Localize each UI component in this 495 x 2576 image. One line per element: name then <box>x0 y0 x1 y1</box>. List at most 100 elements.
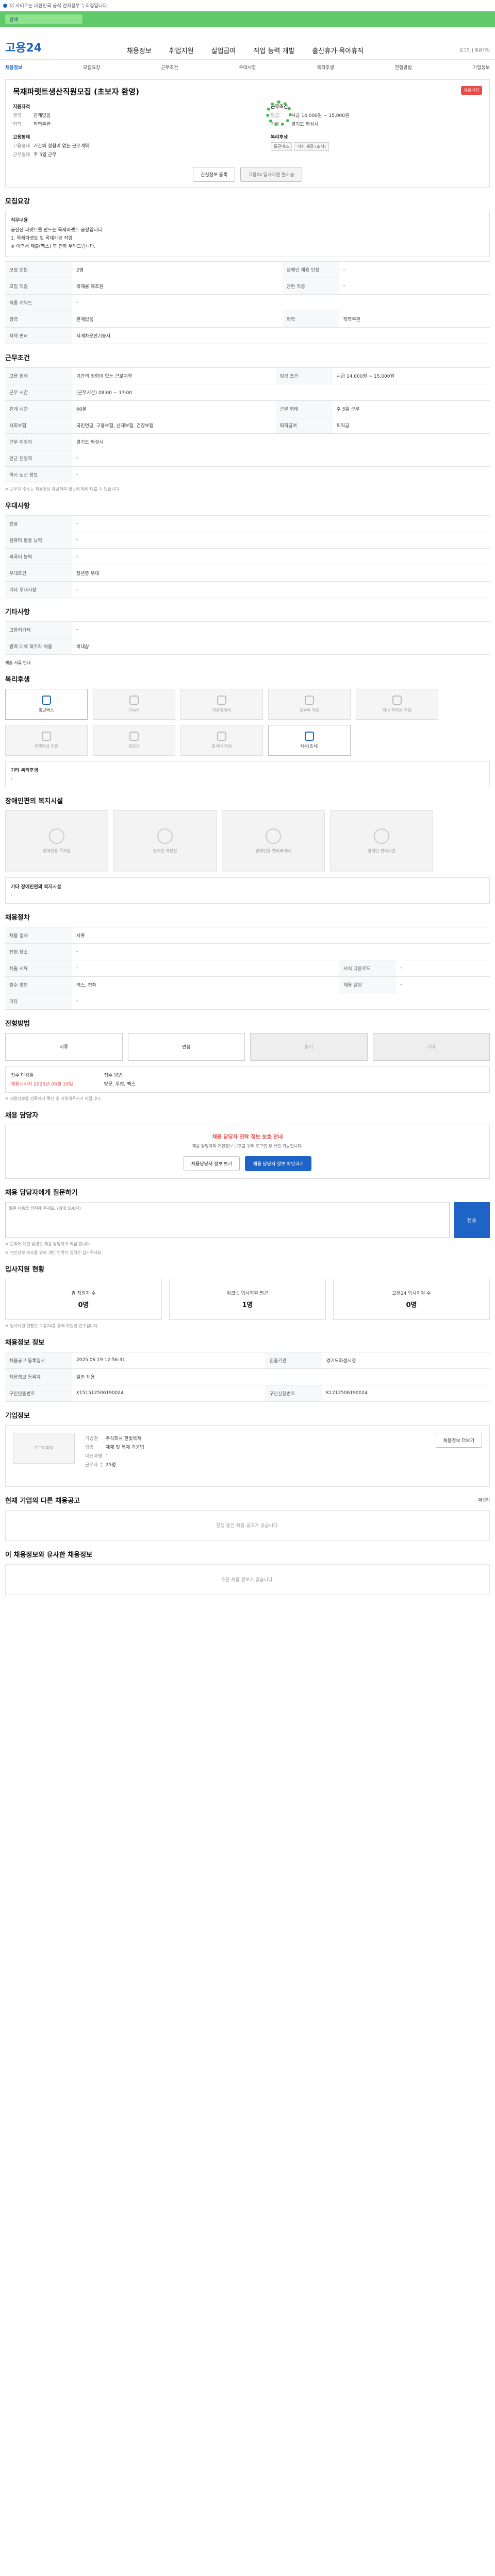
row-key: 전형 장소 <box>5 943 72 960</box>
summary-row: 학력 학력무관 <box>13 121 168 127</box>
gnb-item[interactable]: 취업지원 <box>169 45 194 55</box>
row-key: 고용허가제 <box>5 621 72 638</box>
gnb-item[interactable]: 실업급여 <box>211 45 236 55</box>
welfare-icon <box>217 695 226 705</box>
disability-label: 장애인 편의시설 <box>367 849 396 854</box>
site-logo[interactable]: 고용24 <box>5 39 42 55</box>
stat-label: 워크넷 입사지원 평균 <box>226 1291 269 1296</box>
table-row: 기타 - <box>5 992 490 1010</box>
welfare-icon <box>305 731 314 741</box>
stat-card: 총 지원자 수 0명 <box>5 1278 162 1320</box>
job-line: ※ 이력서 제출(팩스) 후 전화 부탁드립니다. <box>11 244 96 250</box>
company-row: 업종 제재 및 목재 가공업 <box>85 1444 425 1450</box>
tab-item[interactable]: 우대사항 <box>239 64 256 71</box>
tab-item[interactable]: 채용정보 <box>5 64 22 71</box>
row-key: 자격 면허 <box>5 327 72 344</box>
table-row: 고용 형태 기간의 정함이 없는 근로계약 임금 조건 시급 14,000원 ~ 15… <box>5 367 490 384</box>
row-value: 지게차운전기능사 <box>72 327 490 344</box>
tab-item[interactable]: 모집요강 <box>83 64 100 71</box>
qa-input[interactable] <box>5 1201 450 1238</box>
welfare-label: 통근버스 <box>39 707 54 713</box>
row-value: 목재를 제조원 <box>72 277 283 295</box>
disability-item: 장애인용 엘리베이터 <box>222 810 325 872</box>
apply-button[interactable]: 고용24 입사지원 불가능 <box>240 167 302 182</box>
process-table: 채용 절차 서류 전형 장소 - 제출 서류 - 서식 다운로드 - 접수 방법 팩스, 전화 채용… <box>5 926 490 1010</box>
row-key: 휴게 시간 <box>5 400 72 417</box>
stats-heading: 입사지원 현황 <box>5 1265 45 1274</box>
summary-value: 기간의 정함이 없는 근로계약 <box>34 144 89 149</box>
same-company-more-link[interactable]: 더보기 <box>478 1497 490 1503</box>
row-value-2: 경기도화성시청 <box>322 1351 490 1369</box>
stat-card: 고용24 입사지원 수 0명 <box>333 1278 490 1320</box>
table-row: 외국어 능력 - <box>5 548 490 565</box>
table-row: 구인인증번호 K151512506190024 구인신청번호 K12125061900… <box>5 1384 490 1402</box>
welfare-item: 교육비 지원 <box>268 688 351 720</box>
loading-spinner-icon <box>266 100 292 126</box>
row-key: 역시 노선 정보 <box>5 466 72 483</box>
contact-confirm-button[interactable]: 채용 담당자 정보 확인하기 <box>245 1156 312 1171</box>
stat-card: 워크넷 입사지원 평균 1명 <box>169 1278 326 1320</box>
summary-value: 경기도 화성시 <box>291 122 319 127</box>
recruit-table: 모집 인원 2명 장애인 채용 인정 - 모집 직종 목재를 제조원 관련 직종 - 직종 키워… <box>5 261 490 344</box>
disability-label: 장애인용 엘리베이터 <box>255 849 291 854</box>
row-key: 경력 <box>5 310 72 328</box>
row-value: 경기도 화성시 <box>72 433 490 450</box>
recruit-heading: 모집요강 <box>5 198 30 206</box>
company-key: 대표자명 <box>85 1453 103 1459</box>
gnb-item[interactable]: 채용정보 <box>127 45 152 55</box>
row-key: 근무 예정지 <box>5 433 72 450</box>
row-key: 채용공고 등록일시 <box>5 1351 72 1369</box>
table-row: 접수 방법 팩스, 전화 채용 담당 - <box>5 976 490 993</box>
util-links[interactable]: 로그인 | 회원가입 <box>459 47 490 53</box>
tab-item[interactable]: 전형방법 <box>395 64 412 71</box>
row-key-2: 퇴직급여 <box>275 416 333 434</box>
table-row: 채용 절차 서류 <box>5 926 490 944</box>
row-value: 기간의 정함이 없는 근로계약 <box>72 367 276 384</box>
row-value: 서류 <box>72 926 490 944</box>
company-value: 25명 <box>106 1462 116 1468</box>
welfare-etc-box: 기타 복리후생 - <box>5 760 490 787</box>
scrap-button[interactable]: 관심정보 등록 <box>193 167 236 182</box>
company-row: 근로자 수 25명 <box>85 1461 425 1468</box>
summary-row: 경력 관계없음 <box>13 112 168 118</box>
summary-row: 지역 경기도 화성시 <box>271 121 425 127</box>
ways-row: 서류 면접 필기 기타 <box>5 1032 490 1061</box>
row-key-2: 채용 담당 <box>339 976 397 993</box>
row-value-2: - <box>339 277 490 295</box>
table-row: 근무 시간 (근무시간) 08:00 ~ 17:00 <box>5 383 490 401</box>
row-key-2: 장애인 채용 인정 <box>282 261 339 278</box>
row-value-2: 학력무관 <box>339 310 490 328</box>
welfare-section-heading: 복리후생 <box>5 675 30 684</box>
top-search-button[interactable]: 검색 <box>5 14 82 24</box>
welfare-label: 기숙사 <box>128 707 140 713</box>
row-key: 컴퓨터 활용 능력 <box>5 531 72 549</box>
welfare-item: 차량유지비 <box>180 688 263 720</box>
welfare-item: 경조금 <box>93 724 175 756</box>
company-key: 업종 <box>85 1445 94 1450</box>
gnb-item[interactable]: 출산휴가·육아휴직 <box>312 45 364 55</box>
welfare-label: 경조금 <box>128 743 140 749</box>
tab-item[interactable]: 기업정보 <box>473 64 490 71</box>
row-value: K151512506190024 <box>72 1384 266 1402</box>
status-badge: 채용마감 <box>460 86 482 95</box>
row-key: 근무 시간 <box>5 383 72 401</box>
row-key-2: 근무 형태 <box>275 400 333 417</box>
row-key: 병역 대체 복무자 채용 <box>5 637 72 655</box>
company-more-button[interactable]: 채용정보 더보기 <box>435 1432 482 1448</box>
qa-send-button[interactable]: 전송 <box>454 1201 490 1238</box>
method-label: 접수 방법 <box>104 1073 123 1078</box>
summary-value: 주 5일 근무 <box>34 152 57 158</box>
contact-heading: 채용 담당자 <box>5 1111 39 1120</box>
tab-item[interactable]: 근무조건 <box>161 64 178 71</box>
disability-grid: 장애인용 주차장 장애인 화장실 장애인용 엘리베이터 장애인 편의시설 <box>5 810 490 872</box>
stat-label: 총 지원자 수 <box>71 1291 96 1296</box>
job-summary-card: 목재파렛트생산직원모집 (초보자 환영) 채용마감 지원자격 경력 관계없음 학력 학… <box>5 79 490 188</box>
summary-value: 관계없음 <box>34 113 51 118</box>
gnb-item[interactable]: 직업 능력 개발 <box>253 45 294 55</box>
documents-link[interactable]: 제출 서류 안내 <box>5 660 490 666</box>
tab-item[interactable]: 복리후생 <box>317 64 334 71</box>
company-box: 로고이미지 기업명 주식회사 한빛목재 업종 제재 및 목재 가공업 대표자명 - 근로자 … <box>5 1425 490 1487</box>
welfare-item: 자녀 학자금 지원 <box>356 688 438 720</box>
contact-info-button[interactable]: 채용담당자 정보 보기 <box>183 1156 240 1171</box>
row-key: 모집 직종 <box>5 277 72 295</box>
